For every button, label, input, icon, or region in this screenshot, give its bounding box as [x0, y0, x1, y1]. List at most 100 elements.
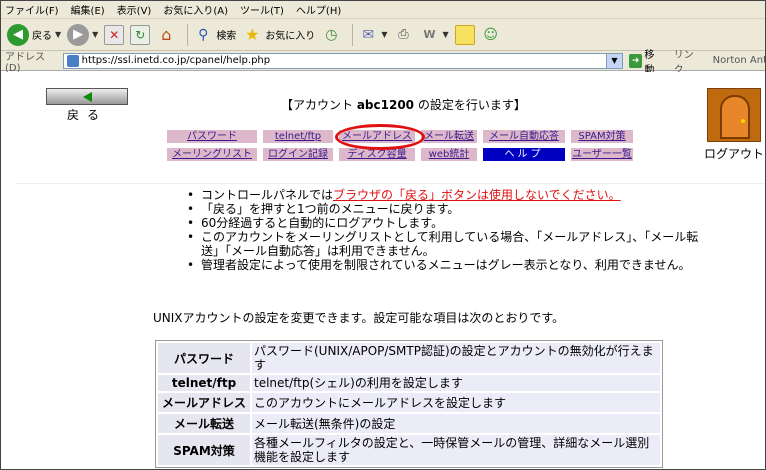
logout-label[interactable]: ログアウト	[704, 145, 764, 162]
mail-button[interactable]: ✉ ▼	[358, 25, 387, 45]
account-name: abc1200	[356, 98, 415, 112]
list-item: 「戻る」を押すと1つ前のメニューに戻ります。	[187, 202, 707, 216]
stop-button[interactable]: ✕	[104, 24, 125, 45]
item-name: メール転送	[158, 414, 250, 433]
page-icon	[66, 54, 79, 67]
item-description: 各種メールフィルタの設定と、一時保管メールの管理、詳細なメール選別機能を設定しま…	[252, 435, 660, 465]
list-item: このアカウントをメーリングリストとして利用している場合、「メールアドレス」、「メ…	[187, 230, 707, 258]
chevron-down-icon[interactable]: ▼	[442, 30, 448, 39]
nav-web-stats[interactable]: web統計	[421, 148, 477, 161]
mail-icon: ✉	[362, 26, 375, 43]
page-title: 【アカウント abc1200 の設定を行います】	[281, 96, 526, 113]
list-item: 管理者設定によって使用を制限されているメニューはグレー表示となり、利用できません…	[187, 258, 707, 272]
nav-mail-autoreply[interactable]: メール自動応答	[483, 130, 565, 143]
messenger-icon: ☺	[483, 26, 498, 43]
help-table: パスワード パスワード(UNIX/APOP/SMTP認証)の設定とアカウントの無…	[155, 340, 663, 468]
nav-mailing-list[interactable]: メーリングリスト	[167, 148, 257, 161]
back-button-label: 戻る	[32, 31, 52, 42]
divider	[15, 183, 765, 184]
discuss-button[interactable]	[454, 24, 475, 45]
nav-spam[interactable]: SPAM対策	[571, 130, 633, 143]
messenger-button[interactable]: ☺	[481, 25, 501, 45]
note-icon	[454, 24, 475, 45]
item-description: このアカウントにメールアドレスを設定します	[252, 393, 660, 412]
table-row: telnet/ftp telnet/ftp(シェル)の利用を設定します	[158, 375, 660, 391]
forward-arrow-icon: ▶	[67, 23, 90, 46]
browser-window: ファイル(F) 編集(E) 表示(V) お気に入り(A) ツール(T) ヘルプ(…	[0, 0, 766, 470]
forward-button[interactable]: ▶ ▼	[67, 23, 98, 46]
item-name: メールアドレス	[158, 393, 250, 412]
item-description: メール転送(無条件)の設定	[252, 414, 660, 433]
nav-telnet-ftp[interactable]: telnet/ftp	[263, 130, 333, 143]
go-arrow-icon: ➜	[628, 53, 643, 68]
back-arrow-icon: ◀	[7, 23, 29, 46]
toolbar-divider	[187, 23, 189, 46]
table-row: メールアドレス このアカウントにメールアドレスを設定します	[158, 393, 660, 412]
go-label: 移動	[644, 49, 655, 76]
chevron-down-icon[interactable]: ▼	[92, 30, 98, 39]
refresh-icon: ↻	[130, 24, 151, 45]
address-input[interactable]: https://ssl.inetd.co.jp/cpanel/help.php …	[62, 52, 623, 69]
table-row: パスワード パスワード(UNIX/APOP/SMTP認証)の設定とアカウントの無…	[158, 343, 660, 373]
page-content: 戻る 【アカウント abc1200 の設定を行います】 パスワード telnet…	[1, 72, 765, 469]
word-icon: W	[423, 28, 436, 41]
door-shape	[720, 95, 750, 139]
door-knob	[741, 119, 745, 123]
home-icon: ⌂	[161, 25, 172, 44]
nav-password[interactable]: パスワード	[167, 130, 257, 143]
print-icon: ⎙	[398, 27, 409, 42]
address-label: アドレス(D)	[5, 51, 45, 74]
toolbar-divider	[352, 23, 354, 46]
menu-view[interactable]: 表示(V)	[117, 2, 152, 17]
norton-toolbar[interactable]: Norton Ant	[713, 55, 765, 66]
menu-help[interactable]: ヘルプ(H)	[296, 2, 341, 17]
title-prefix: 【アカウント	[281, 98, 357, 112]
item-name: SPAM対策	[158, 435, 250, 465]
favorites-button-label: お気に入り	[265, 31, 316, 42]
menu-edit[interactable]: 編集(E)	[71, 2, 105, 17]
chevron-down-icon[interactable]: ▼	[55, 30, 61, 39]
title-suffix: の設定を行います】	[414, 98, 526, 112]
menu-favorites[interactable]: お気に入り(A)	[163, 2, 228, 17]
note-1-warning: ブラウザの「戻る」ボタンは使用しないでください。	[333, 188, 621, 202]
notes-list: コントロールパネルではブラウザの「戻る」ボタンは使用しないでください。 「戻る」…	[187, 188, 707, 272]
logout-door-icon[interactable]	[707, 88, 761, 142]
chevron-down-icon[interactable]: ▼	[381, 30, 387, 39]
back-button[interactable]: ◀ 戻る ▼	[7, 23, 61, 46]
go-button[interactable]: ➜ 移動	[628, 46, 664, 76]
item-description: telnet/ftp(シェル)の利用を設定します	[252, 375, 660, 391]
home-button[interactable]: ⌂	[156, 25, 176, 45]
page-back-button[interactable]	[46, 88, 128, 105]
search-icon: ⚲	[198, 26, 209, 43]
menu-tools[interactable]: ツール(T)	[240, 2, 284, 17]
history-button[interactable]: ◷	[321, 25, 341, 45]
highlight-circle	[335, 124, 425, 150]
nav-mail-forward[interactable]: メール転送	[421, 130, 477, 143]
print-button[interactable]: ⎙	[393, 25, 413, 45]
star-icon: ★	[245, 25, 260, 44]
address-dropdown-button[interactable]: ▼	[605, 53, 622, 68]
page-back-label[interactable]: 戻る	[67, 106, 107, 123]
note-1-text: コントロールパネルでは	[201, 188, 334, 202]
stop-icon: ✕	[104, 24, 125, 45]
nav-help[interactable]: ヘルプ	[483, 148, 565, 161]
nav-row-2: メーリングリスト ログイン記録 ディスク容量 web統計 ヘルプ ユーザー一覧	[167, 148, 639, 161]
item-name: パスワード	[158, 343, 250, 373]
nav-login-log[interactable]: ログイン記録	[263, 148, 333, 161]
menu-file[interactable]: ファイル(F)	[5, 2, 59, 17]
item-description: パスワード(UNIX/APOP/SMTP認証)の設定とアカウントの無効化が行えま…	[252, 343, 660, 373]
table-row: SPAM対策 各種メールフィルタの設定と、一時保管メールの管理、詳細なメール選別…	[158, 435, 660, 465]
intro-text: UNIXアカウントの設定を変更できます。設定可能な項目は次のとおりです。	[153, 311, 565, 325]
nav-user-list[interactable]: ユーザー一覧	[571, 148, 633, 161]
favorites-button[interactable]: ★ お気に入り	[242, 25, 315, 45]
links-button[interactable]: リンク	[674, 46, 703, 76]
table-row: メール転送 メール転送(無条件)の設定	[158, 414, 660, 433]
edit-button[interactable]: W ▼	[419, 25, 448, 45]
item-name: telnet/ftp	[158, 375, 250, 391]
back-arrow-icon	[82, 91, 92, 102]
search-button[interactable]: ⚲ 検索	[193, 25, 236, 45]
address-bar: アドレス(D) https://ssl.inetd.co.jp/cpanel/h…	[1, 50, 765, 76]
list-item: 60分経過すると自動的にログアウトします。	[187, 216, 707, 230]
refresh-button[interactable]: ↻	[130, 24, 151, 45]
search-button-label: 検索	[216, 31, 237, 42]
